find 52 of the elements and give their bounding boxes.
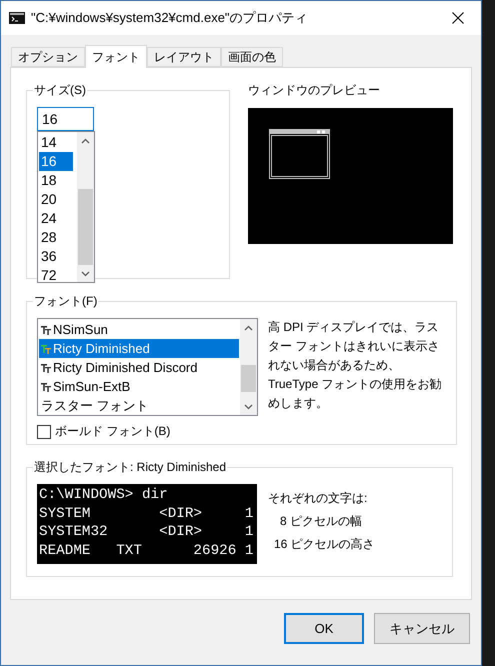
truetype-icon: [41, 324, 51, 334]
window-title: "C:¥windows¥system32¥cmd.exe"のプロパティ: [31, 9, 309, 27]
font-item[interactable]: Ricty Diminished Discord: [39, 358, 239, 377]
scrollbar[interactable]: [240, 319, 257, 415]
font-list[interactable]: NSimSun Ricty Diminished Ricty Diminished Discord SimSun-ExtB ラスター フォント: [37, 318, 258, 416]
font-item[interactable]: Ricty Diminished: [39, 339, 239, 358]
preview-line: SYSTEM <DIR> 1: [39, 504, 254, 523]
tab[interactable]: 画面の色: [221, 47, 283, 67]
size-item[interactable]: 24: [39, 209, 73, 228]
checkbox[interactable]: [37, 424, 51, 438]
group-label: サイズ(S): [33, 82, 87, 99]
console-icon: [9, 12, 25, 24]
size-item[interactable]: 20: [39, 190, 73, 209]
size-list[interactable]: 14 16 18 20 24 28 36 72: [37, 131, 95, 283]
bold-checkbox[interactable]: ボールド フォント(B): [37, 423, 170, 440]
truetype-icon: [41, 382, 51, 392]
size-item[interactable]: 14: [39, 133, 73, 152]
scroll-down-icon[interactable]: [244, 404, 253, 410]
cancel-button[interactable]: キャンセル: [374, 613, 470, 644]
tab[interactable]: フォント: [85, 45, 147, 68]
preview-label: ウィンドウのプレビュー: [248, 82, 381, 99]
tab[interactable]: レイアウト: [147, 47, 221, 67]
truetype-icon: [41, 362, 51, 372]
font-item[interactable]: NSimSun: [39, 320, 239, 339]
group-label: フォント(F): [33, 293, 98, 310]
size-item[interactable]: 16: [39, 152, 73, 171]
scroll-thumb[interactable]: [78, 189, 93, 265]
preview-line: SYSTEM32 <DIR> 1: [39, 523, 254, 542]
font-item[interactable]: ラスター フォント: [39, 396, 239, 415]
size-item[interactable]: 36: [39, 247, 73, 266]
info-text: 16 ピクセルの高さ: [273, 536, 375, 553]
size-field[interactable]: 16: [37, 107, 94, 131]
scroll-up-icon[interactable]: [244, 324, 253, 330]
close-icon: [452, 12, 464, 24]
scrollbar[interactable]: [77, 132, 94, 282]
font-note: 高 DPI ディスプレイでは、ラスター フォントはきれいに表示されない場合があるため、TrueType フォントの使用をお勧めします。: [268, 319, 443, 412]
size-item[interactable]: 28: [39, 228, 73, 247]
mini-window-drawing: [269, 129, 330, 179]
info-text: 8 ピクセルの幅: [279, 513, 364, 530]
scroll-down-icon[interactable]: [81, 270, 90, 276]
font-item[interactable]: SimSun-ExtB: [39, 377, 239, 396]
group-label: 選択したフォント: Ricty Diminished: [33, 459, 228, 476]
info-text: それぞれの文字は:: [268, 490, 368, 507]
scroll-up-icon[interactable]: [81, 138, 90, 144]
size-item[interactable]: 72: [39, 266, 73, 285]
size-item[interactable]: 18: [39, 171, 73, 190]
preview-line: README TXT 26926 1: [39, 542, 254, 560]
preview-line: C:\WINDOWS> dir: [39, 486, 169, 504]
tab[interactable]: オプション: [11, 47, 85, 67]
truetype-icon: [41, 344, 51, 354]
ok-button[interactable]: OK: [284, 613, 364, 644]
scroll-thumb[interactable]: [241, 365, 256, 392]
